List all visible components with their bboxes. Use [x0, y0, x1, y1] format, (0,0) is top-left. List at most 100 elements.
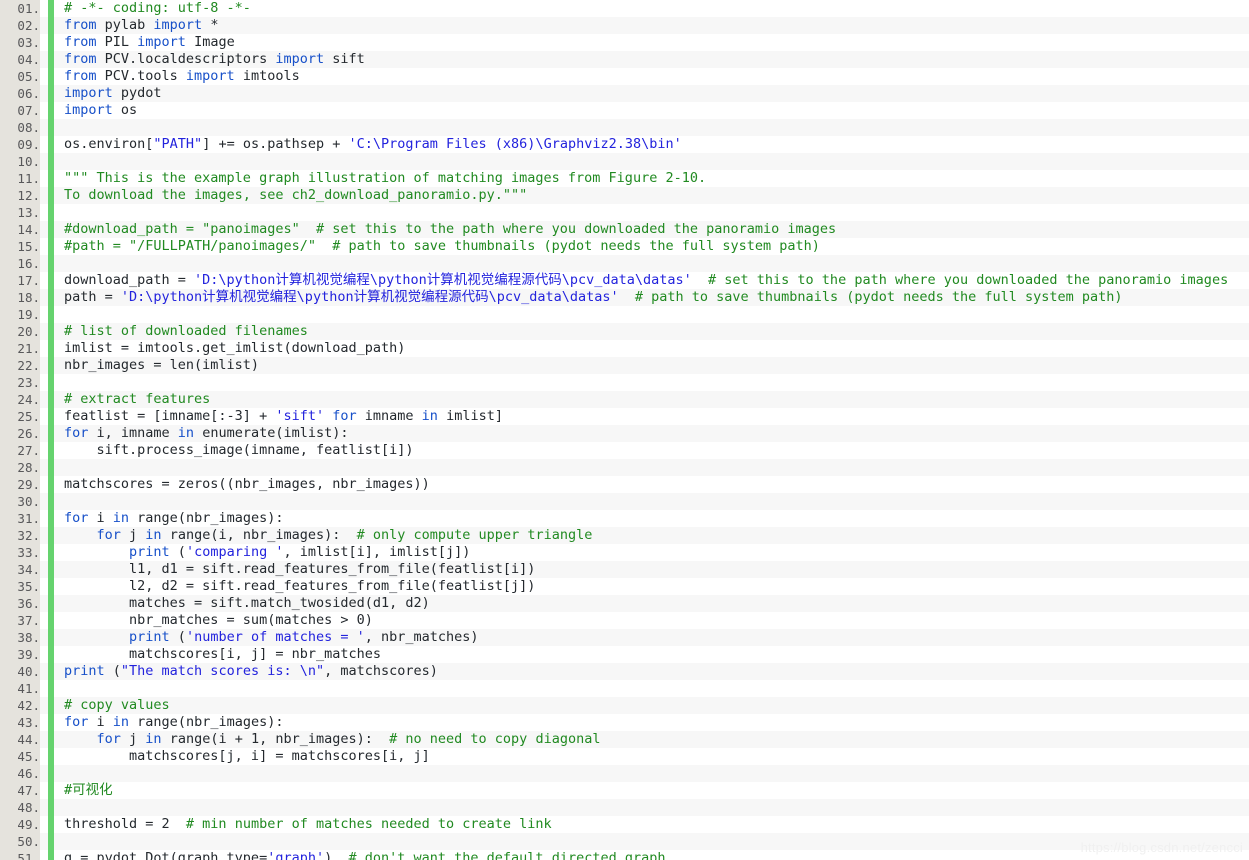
code-line[interactable]: 11. """ This is the example graph illustr…	[0, 170, 1249, 187]
code-line-text: """ This is the example graph illustrati…	[64, 170, 706, 187]
code-token-str: 'D:\python计算机视觉编程\python计算机视觉编程源代码\pcv_d…	[194, 272, 692, 288]
code-line[interactable]: 03. from PIL import Image	[0, 34, 1249, 51]
line-number: 32.	[0, 527, 40, 544]
code-token-pln: sift.process_image(imname, featlist[i])	[64, 442, 414, 458]
code-token-kw: print	[129, 544, 170, 560]
code-line[interactable]: 38. print ('number of matches = ', nbr_m…	[0, 629, 1249, 646]
line-number: 45.	[0, 748, 40, 765]
code-line[interactable]: 40. print ("The match scores is: \n", mat…	[0, 663, 1249, 680]
line-number: 15.	[0, 238, 40, 255]
code-line[interactable]: 13.	[0, 204, 1249, 221]
code-line[interactable]: 20. # list of downloaded filenames	[0, 323, 1249, 340]
code-token-pln: j	[120, 731, 146, 747]
code-token-com: """ This is the example graph illustrati…	[64, 170, 707, 186]
code-line[interactable]: 44. for j in range(i + 1, nbr_images): #…	[0, 731, 1249, 748]
code-line[interactable]: 08.	[0, 119, 1249, 136]
code-line[interactable]: 43. for i in range(nbr_images):	[0, 714, 1249, 731]
code-line[interactable]: 17. download_path = 'D:\python计算机视觉编程\pyt…	[0, 272, 1249, 289]
code-token-pln: j	[120, 527, 146, 543]
line-number: 38.	[0, 629, 40, 646]
code-line-text: from pylab import *	[64, 17, 218, 34]
code-token-pln: enumerate(imlist):	[194, 425, 349, 441]
code-line[interactable]: 23.	[0, 374, 1249, 391]
code-token-pln: i	[88, 714, 113, 730]
code-line[interactable]: 39. matchscores[i, j] = nbr_matches	[0, 646, 1249, 663]
code-line[interactable]: 22. nbr_images = len(imlist)	[0, 357, 1249, 374]
code-token-com: #可视化	[64, 782, 113, 798]
code-line[interactable]: 19.	[0, 306, 1249, 323]
code-line[interactable]: 04. from PCV.localdescriptors import sift	[0, 51, 1249, 68]
code-line[interactable]: 16.	[0, 255, 1249, 272]
code-token-pln: matchscores[j, i] = matchscores[i, j]	[64, 748, 430, 764]
line-number: 28.	[0, 459, 40, 476]
code-line[interactable]: 33. print ('comparing ', imlist[i], imli…	[0, 544, 1249, 561]
code-line[interactable]: 24. # extract features	[0, 391, 1249, 408]
code-line[interactable]: 27. sift.process_image(imname, featlist[…	[0, 442, 1249, 459]
code-line[interactable]: 09. os.environ["PATH"] += os.pathsep + 'C…	[0, 136, 1249, 153]
code-line[interactable]: 07. import os	[0, 102, 1249, 119]
code-line[interactable]: 42. # copy values	[0, 697, 1249, 714]
code-line[interactable]: 48.	[0, 799, 1249, 816]
code-line[interactable]: 46.	[0, 765, 1249, 782]
code-line[interactable]: 34. l1, d1 = sift.read_features_from_fil…	[0, 561, 1249, 578]
code-token-pln: os	[112, 102, 138, 118]
code-line-text: import pydot	[64, 85, 162, 102]
code-line-text: os.environ["PATH"] += os.pathsep + 'C:\P…	[64, 136, 682, 153]
line-number: 23.	[0, 374, 40, 391]
code-line[interactable]: 21. imlist = imtools.get_imlist(download_…	[0, 340, 1249, 357]
code-line-text: matches = sift.match_twosided(d1, d2)	[64, 595, 430, 612]
code-token-pln: g = pydot.Dot(graph_type=	[64, 850, 268, 860]
line-number: 44.	[0, 731, 40, 748]
code-line[interactable]: 36. matches = sift.match_twosided(d1, d2…	[0, 595, 1249, 612]
line-number: 51.	[0, 850, 40, 860]
code-token-com: #download_path = "panoimages" # set this…	[64, 221, 837, 237]
code-line[interactable]: 31. for i in range(nbr_images):	[0, 510, 1249, 527]
code-lines-container[interactable]: 01. # -*- coding: utf-8 -*- 02. from pylab …	[0, 0, 1249, 860]
line-number: 43.	[0, 714, 40, 731]
code-line[interactable]: 10.	[0, 153, 1249, 170]
code-line[interactable]: 14. #download_path = "panoimages" # set t…	[0, 221, 1249, 238]
code-line[interactable]: 49. threshold = 2 # min number of matches…	[0, 816, 1249, 833]
code-line[interactable]: 12. To download the images, see ch2_downl…	[0, 187, 1249, 204]
code-line[interactable]: 37. nbr_matches = sum(matches > 0)	[0, 612, 1249, 629]
code-token-kw: for	[64, 510, 89, 526]
code-line[interactable]: 01. # -*- coding: utf-8 -*-	[0, 0, 1249, 17]
code-line-text: nbr_matches = sum(matches > 0)	[64, 612, 373, 629]
code-token-kw: in	[112, 510, 130, 526]
code-token-pln: matchscores[i, j] = nbr_matches	[64, 646, 381, 662]
code-line[interactable]: 45. matchscores[j, i] = matchscores[i, j…	[0, 748, 1249, 765]
code-token-kw: in	[112, 714, 130, 730]
code-line[interactable]: 32. for j in range(i, nbr_images): # onl…	[0, 527, 1249, 544]
code-line[interactable]: 47. #可视化	[0, 782, 1249, 799]
code-line[interactable]: 15. #path = "/FULLPATH/panoimages/" # pat…	[0, 238, 1249, 255]
code-token-pln: range(nbr_images):	[129, 714, 284, 730]
code-line[interactable]: 51. g = pydot.Dot(graph_type='graph') # d…	[0, 850, 1249, 860]
code-line-text: #download_path = "panoimages" # set this…	[64, 221, 836, 238]
code-line[interactable]: 28.	[0, 459, 1249, 476]
code-line[interactable]: 30.	[0, 493, 1249, 510]
code-token-kw: from	[64, 17, 97, 33]
code-line[interactable]: 29. matchscores = zeros((nbr_images, nbr_…	[0, 476, 1249, 493]
line-number: 49.	[0, 816, 40, 833]
line-number: 04.	[0, 51, 40, 68]
line-number: 27.	[0, 442, 40, 459]
line-number: 41.	[0, 680, 40, 697]
code-line[interactable]: 35. l2, d2 = sift.read_features_from_fil…	[0, 578, 1249, 595]
line-number: 18.	[0, 289, 40, 306]
code-line[interactable]: 05. from PCV.tools import imtools	[0, 68, 1249, 85]
code-line[interactable]: 50.	[0, 833, 1249, 850]
code-line-text: from PIL import Image	[64, 34, 235, 51]
code-token-kw: import	[64, 85, 113, 101]
code-line[interactable]: 18. path = 'D:\python计算机视觉编程\python计算机视觉编…	[0, 289, 1249, 306]
code-token-kw: import	[153, 17, 203, 33]
code-line[interactable]: 06. import pydot	[0, 85, 1249, 102]
code-token-pln	[64, 731, 97, 747]
code-line-text: l2, d2 = sift.read_features_from_file(fe…	[64, 578, 535, 595]
code-token-kw: from	[64, 51, 97, 67]
code-token-pln: , imlist[i], imlist[j])	[283, 544, 471, 560]
code-line[interactable]: 02. from pylab import *	[0, 17, 1249, 34]
code-line[interactable]: 25. featlist = [imname[:-3] + 'sift' for …	[0, 408, 1249, 425]
code-line[interactable]: 41.	[0, 680, 1249, 697]
line-number: 34.	[0, 561, 40, 578]
code-line[interactable]: 26. for i, imname in enumerate(imlist):	[0, 425, 1249, 442]
